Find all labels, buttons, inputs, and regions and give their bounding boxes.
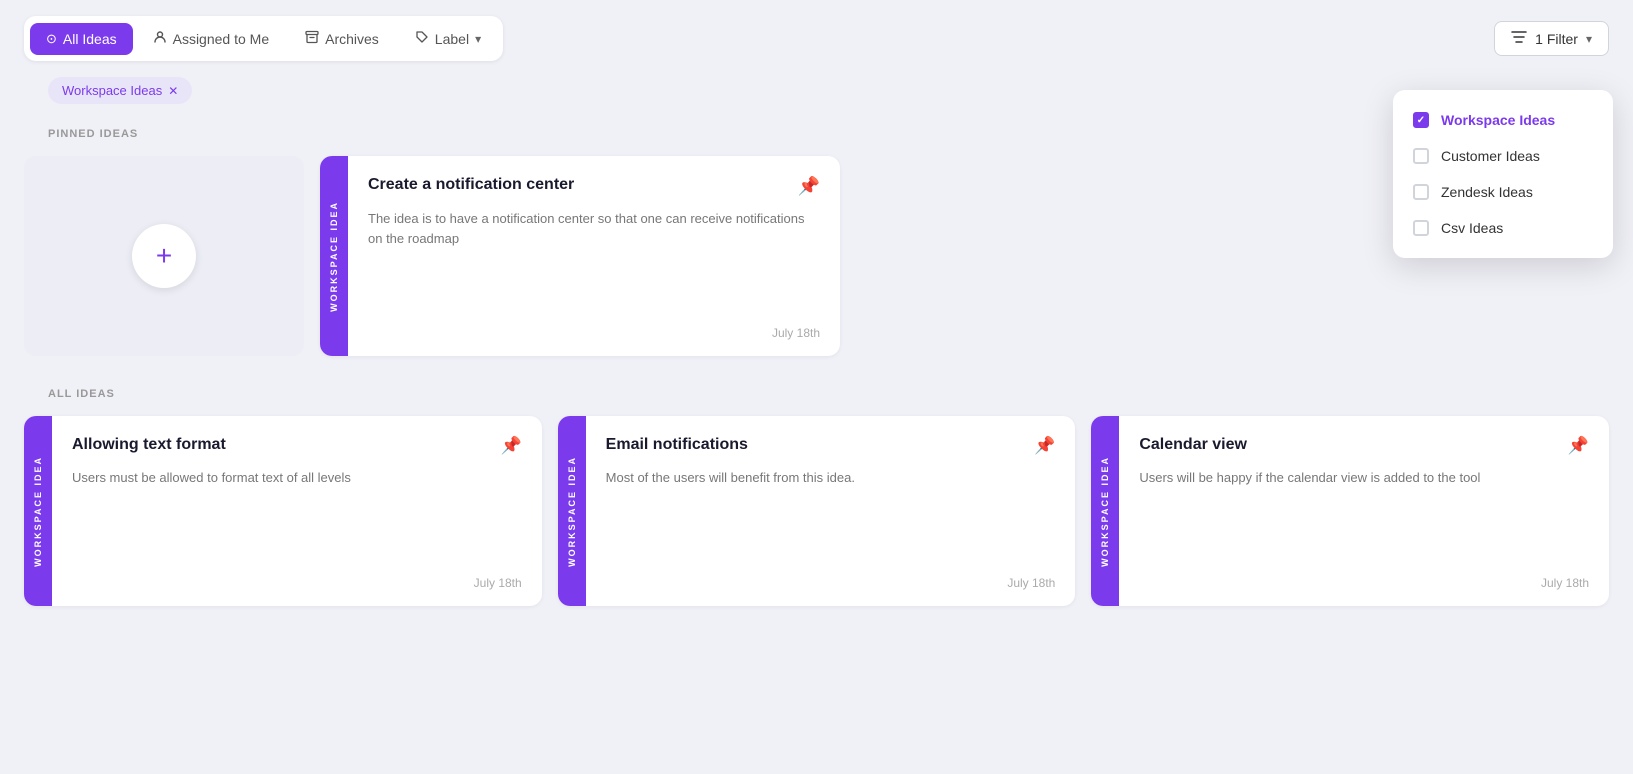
filter-checkbox-csv[interactable] <box>1413 220 1429 236</box>
pinned-section: PINNED IDEAS + WORKSPACE IDEA Create a n… <box>0 128 1633 356</box>
card-side-label-text-1: WORKSPACE IDEA <box>567 456 577 567</box>
pin-icon[interactable]: 📌 <box>798 176 820 197</box>
pinned-card-title: Create a notification center <box>368 176 574 194</box>
plus-icon: + <box>156 240 172 272</box>
idea-card-2: WORKSPACE IDEA Calendar view 📌 Users wil… <box>1091 416 1609 606</box>
card-desc-1: Most of the users will benefit from this… <box>606 468 1056 560</box>
card-title-1: Email notifications <box>606 436 748 454</box>
card-body-0: Allowing text format 📌 Users must be all… <box>52 416 542 606</box>
card-side-label-text-2: WORKSPACE IDEA <box>1100 456 1110 567</box>
tab-all-ideas[interactable]: ⊙ All Ideas <box>30 23 133 55</box>
card-header-1: Email notifications 📌 <box>606 436 1056 456</box>
tab-label-label: Label <box>435 31 469 47</box>
idea-card-1: WORKSPACE IDEA Email notifications 📌 Mos… <box>558 416 1076 606</box>
workspace-tag-label: Workspace Ideas <box>62 83 162 98</box>
all-ideas-icon: ⊙ <box>46 31 57 47</box>
filter-chevron-icon: ▾ <box>1586 32 1592 46</box>
tab-label[interactable]: Label ▾ <box>399 22 497 55</box>
label-chevron-icon: ▾ <box>475 32 481 46</box>
all-ideas-cards-container: WORKSPACE IDEA Allowing text format 📌 Us… <box>24 416 1609 606</box>
pinned-section-label: PINNED IDEAS <box>24 128 1609 140</box>
tab-assigned-to-me[interactable]: Assigned to Me <box>137 22 286 55</box>
card-side-label-text: WORKSPACE IDEA <box>329 201 339 312</box>
card-header-2: Calendar view 📌 <box>1139 436 1589 456</box>
card-date-2: July 18th <box>1139 576 1589 590</box>
unpin-icon-1[interactable]: 📌 <box>1034 436 1055 456</box>
card-header-0: Allowing text format 📌 <box>72 436 522 456</box>
pinned-idea-card: WORKSPACE IDEA Create a notification cen… <box>320 156 840 356</box>
filter-label-customer: Customer Ideas <box>1441 148 1540 164</box>
tab-group: ⊙ All Ideas Assigned to Me Archives <box>24 16 503 61</box>
card-title-0: Allowing text format <box>72 436 226 454</box>
filter-checkbox-customer[interactable] <box>1413 148 1429 164</box>
archives-icon <box>305 30 319 47</box>
tab-archives-label: Archives <box>325 31 379 47</box>
filter-checkbox-workspace[interactable] <box>1413 112 1429 128</box>
card-desc-0: Users must be allowed to format text of … <box>72 468 522 560</box>
workspace-tag[interactable]: Workspace Ideas ✕ <box>48 77 192 104</box>
filter-item-csv[interactable]: Csv Ideas <box>1393 210 1613 246</box>
card-title-2: Calendar view <box>1139 436 1247 454</box>
pinned-card-date: July 18th <box>368 326 820 340</box>
tab-all-ideas-label: All Ideas <box>63 31 117 47</box>
tab-assigned-label: Assigned to Me <box>173 31 270 47</box>
filter-lines-icon <box>1511 30 1527 47</box>
card-side-bar: WORKSPACE IDEA <box>320 156 348 356</box>
label-icon <box>415 30 429 47</box>
card-side-bar-0: WORKSPACE IDEA <box>24 416 52 606</box>
card-body: Create a notification center 📌 The idea … <box>348 156 840 356</box>
all-ideas-section: ALL IDEAS WORKSPACE IDEA Allowing text f… <box>0 388 1633 606</box>
filter-item-customer[interactable]: Customer Ideas <box>1393 138 1613 174</box>
card-header: Create a notification center 📌 <box>368 176 820 197</box>
card-desc-2: Users will be happy if the calendar view… <box>1139 468 1589 560</box>
idea-card-0: WORKSPACE IDEA Allowing text format 📌 Us… <box>24 416 542 606</box>
card-body-2: Calendar view 📌 Users will be happy if t… <box>1119 416 1609 606</box>
filter-checkbox-zendesk[interactable] <box>1413 184 1429 200</box>
card-date-0: July 18th <box>72 576 522 590</box>
filter-item-zendesk[interactable]: Zendesk Ideas <box>1393 174 1613 210</box>
unpin-icon-2[interactable]: 📌 <box>1568 436 1589 456</box>
unpin-icon-0[interactable]: 📌 <box>501 436 522 456</box>
card-side-bar-2: WORKSPACE IDEA <box>1091 416 1119 606</box>
card-body-1: Email notifications 📌 Most of the users … <box>586 416 1076 606</box>
filter-label-zendesk: Zendesk Ideas <box>1441 184 1533 200</box>
pinned-card-desc: The idea is to have a notification cente… <box>368 209 820 310</box>
pinned-cards-container: + WORKSPACE IDEA Create a notification c… <box>24 156 1609 356</box>
card-side-bar-1: WORKSPACE IDEA <box>558 416 586 606</box>
assigned-icon <box>153 30 167 47</box>
filter-label-workspace: Workspace Ideas <box>1441 112 1555 128</box>
filter-count-label: 1 Filter <box>1535 31 1578 47</box>
card-date-1: July 18th <box>606 576 1056 590</box>
add-idea-card[interactable]: + <box>24 156 304 356</box>
filter-label-csv: Csv Ideas <box>1441 220 1503 236</box>
filter-item-workspace[interactable]: Workspace Ideas <box>1393 102 1613 138</box>
workspace-tag-close-icon[interactable]: ✕ <box>168 84 178 98</box>
card-side-label-text-0: WORKSPACE IDEA <box>33 456 43 567</box>
add-circle: + <box>132 224 196 288</box>
top-bar: ⊙ All Ideas Assigned to Me Archives <box>0 0 1633 77</box>
tab-archives[interactable]: Archives <box>289 22 395 55</box>
filter-dropdown: Workspace Ideas Customer Ideas Zendesk I… <box>1393 90 1613 258</box>
all-ideas-section-label: ALL IDEAS <box>24 388 1609 400</box>
filter-button[interactable]: 1 Filter ▾ <box>1494 21 1609 56</box>
